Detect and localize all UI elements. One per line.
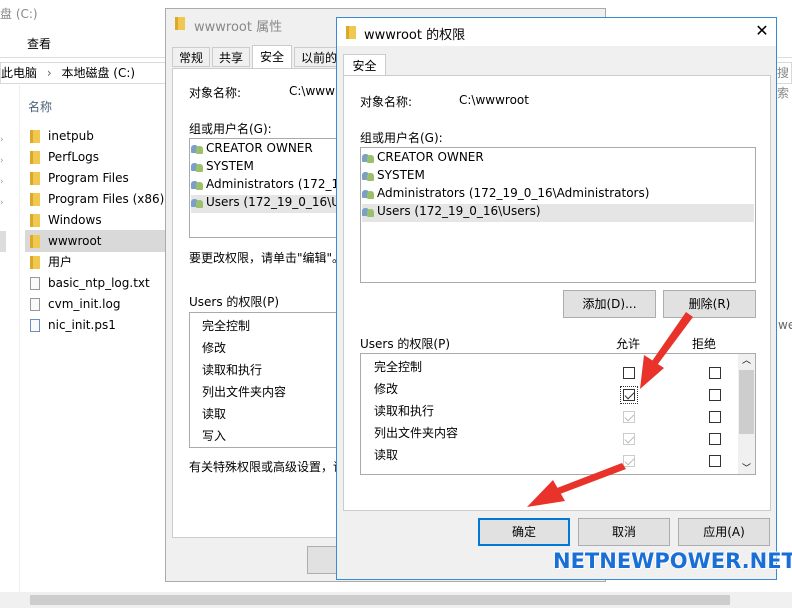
annotation-arrows bbox=[527, 312, 693, 507]
arrow-to-ok-button bbox=[527, 463, 626, 507]
watermark: NETNEWPOWER.NET bbox=[553, 549, 792, 573]
arrow-to-modify-checkbox bbox=[640, 312, 693, 389]
